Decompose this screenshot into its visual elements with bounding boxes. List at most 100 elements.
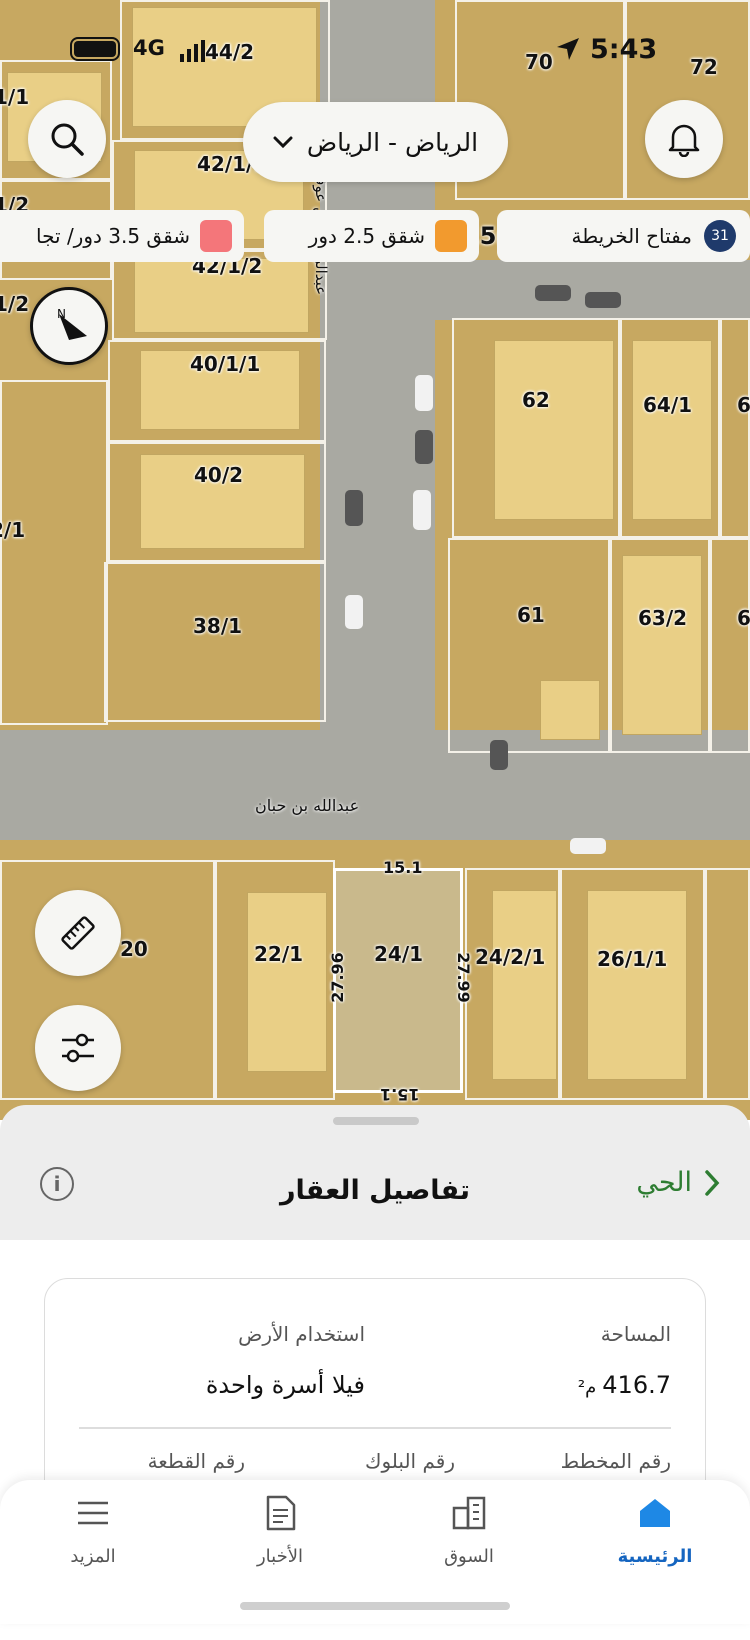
car — [413, 490, 431, 530]
status-time: 5:43 — [590, 34, 658, 65]
plot-label: 26/1/1 — [597, 947, 668, 971]
parcel — [452, 318, 620, 538]
bell-icon — [668, 124, 700, 157]
tab-market[interactable]: السوق — [394, 1486, 544, 1576]
plot-label: 40/1/1 — [190, 352, 261, 376]
svg-text:N: N — [57, 307, 66, 321]
plot-label: 70 — [525, 50, 553, 74]
chevron-down-icon — [273, 136, 293, 149]
sliders-icon — [62, 1033, 94, 1063]
area-label: المساحة — [600, 1322, 671, 1346]
parcel — [560, 868, 705, 1100]
plot-dimension-bottom: 15.1 — [380, 1085, 420, 1104]
chevron-right-icon — [705, 1169, 720, 1196]
area-value-row: م² 416.7 — [578, 1371, 671, 1399]
car — [345, 490, 363, 526]
filter-button[interactable] — [35, 1005, 121, 1091]
block-number-label: رقم البلوك — [364, 1449, 455, 1473]
plot-label: 63/2 — [638, 606, 688, 630]
ruler-icon — [61, 916, 95, 950]
car — [415, 430, 433, 464]
parcel — [705, 868, 750, 1100]
plot-label: 24/2/1 — [475, 945, 546, 969]
parcel — [0, 380, 108, 725]
plot-label: 1/1 — [0, 85, 30, 109]
parcel — [104, 562, 326, 722]
plot-label: 72 — [690, 55, 718, 79]
sheet-drag-handle[interactable] — [333, 1117, 419, 1125]
tab-news[interactable]: الأخبار — [205, 1486, 355, 1576]
tab-label: المزيد — [70, 1546, 116, 1567]
news-icon — [266, 1495, 296, 1531]
tab-more[interactable]: المزيد — [18, 1486, 168, 1576]
legend-swatch-red — [200, 220, 232, 252]
plot-label: 40/2 — [194, 463, 244, 487]
car — [415, 375, 433, 411]
plot-label: 44/2 — [205, 40, 255, 64]
signal-icon — [180, 40, 206, 66]
parcel — [215, 860, 335, 1100]
plot-label: 2/1 — [0, 518, 26, 542]
car — [570, 838, 606, 854]
land-use-label: استخدام الأرض — [238, 1322, 365, 1346]
compass-button[interactable]: N — [30, 287, 108, 365]
parcel-selected[interactable] — [333, 868, 463, 1093]
menu-icon — [78, 1501, 108, 1525]
street-name-horizontal: عبدالله بن حبان — [255, 796, 360, 815]
plot-label: 24/1 — [374, 942, 424, 966]
car — [490, 740, 508, 770]
parcel — [720, 318, 750, 538]
region-selector-label: الرياض - الرياض — [306, 127, 479, 157]
plot-label: 1/2 — [0, 292, 30, 316]
measure-button[interactable] — [35, 890, 121, 976]
parcel — [465, 868, 560, 1100]
tab-label: الرئيسية — [617, 1546, 693, 1567]
battery-icon — [70, 37, 120, 61]
home-icon — [640, 1499, 670, 1527]
region-selector[interactable]: الرياض - الرياض — [243, 102, 508, 182]
home-indicator — [240, 1602, 510, 1610]
car — [585, 292, 621, 308]
land-use-value: فيلا أسرة واحدة — [205, 1371, 365, 1399]
plot-dimension-right: 27.99 — [453, 952, 473, 1003]
tab-label: الأخبار — [256, 1546, 303, 1567]
search-button[interactable] — [28, 100, 106, 178]
plot-label: 22/1 — [254, 942, 304, 966]
area-value: 416.7 — [602, 1371, 671, 1399]
network-type: 4G — [133, 36, 165, 60]
plot-dimension-top: 15.1 — [383, 858, 423, 877]
location-arrow-icon — [555, 36, 581, 62]
tab-label: السوق — [444, 1546, 494, 1567]
plot-number-label: رقم القطعة — [147, 1449, 245, 1473]
plot-label: 6 — [737, 393, 750, 417]
legend-count-badge: 31 — [704, 220, 736, 252]
car — [535, 285, 571, 301]
search-icon — [51, 123, 84, 156]
area-unit: م² — [577, 1377, 597, 1398]
parcel — [710, 538, 750, 753]
legend-item-label: شقق 2.5 دور — [308, 224, 425, 248]
parcel — [108, 442, 326, 562]
neighborhood-link[interactable]: الحي — [636, 1167, 720, 1198]
parcel — [620, 318, 720, 538]
buildings-icon — [452, 1496, 486, 1530]
tab-home[interactable]: الرئيسية — [580, 1486, 730, 1576]
legend-item-apartments-2-5[interactable]: شقق 2.5 دور — [264, 210, 479, 262]
legend-swatch-orange — [435, 220, 467, 252]
legend-key-chip[interactable]: مفتاح الخريطة 31 — [497, 210, 750, 262]
plan-number-label: رقم المخطط — [560, 1449, 671, 1473]
plot-label: 38/1 — [193, 614, 243, 638]
legend-key-label: مفتاح الخريطة — [571, 224, 692, 248]
car — [345, 595, 363, 629]
card-divider — [79, 1427, 671, 1429]
parcel — [610, 538, 710, 753]
notifications-button[interactable] — [645, 100, 723, 178]
plot-label: 62 — [522, 388, 550, 412]
parcel — [448, 538, 610, 753]
plot-label: 64/1 — [643, 393, 693, 417]
legend-item-apartments-3-5[interactable]: شقق 3.5 دور/ تجا — [0, 210, 244, 262]
neighborhood-link-label: الحي — [636, 1167, 692, 1198]
road-horizontal-upper — [430, 260, 750, 320]
legend-item-label: شقق 3.5 دور/ تجا — [36, 224, 190, 248]
plot-label: 6 — [737, 606, 750, 630]
